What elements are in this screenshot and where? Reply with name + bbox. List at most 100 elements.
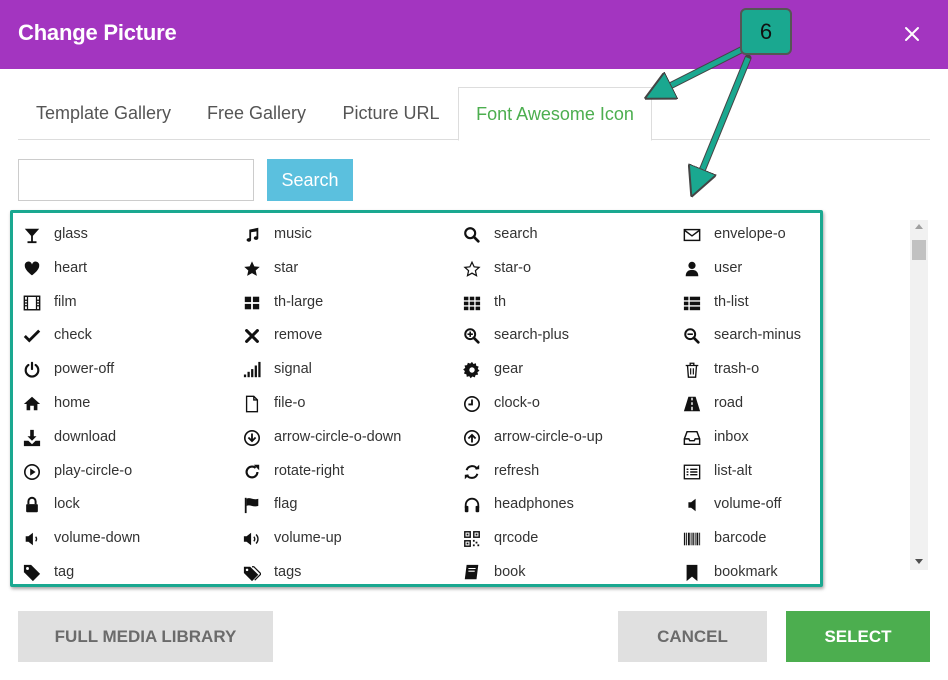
lock-icon — [22, 495, 42, 515]
icon-option-label: download — [54, 428, 117, 445]
rotate-right-icon — [242, 462, 262, 482]
icon-option-clock-o[interactable]: clock-o — [462, 392, 682, 416]
icon-list-panel[interactable]: glass music search envelope-o heart star star-… — [10, 210, 823, 587]
icon-option-label: arrow-circle-o-up — [494, 428, 603, 445]
music-icon — [242, 225, 262, 245]
icon-option-file-o[interactable]: file-o — [242, 392, 462, 416]
scroll-down-arrow-icon[interactable] — [915, 559, 923, 564]
icon-option-th-list[interactable]: th-list — [682, 291, 820, 315]
tab-picture-url[interactable]: Picture URL — [324, 87, 458, 140]
icon-option-th[interactable]: th — [462, 291, 682, 315]
scrollbar[interactable] — [910, 220, 928, 570]
icon-option-envelope-o[interactable]: envelope-o — [682, 223, 820, 247]
icon-option-label: arrow-circle-o-down — [274, 428, 402, 445]
icon-option-download[interactable]: download — [22, 426, 242, 450]
icon-option-volume-up[interactable]: volume-up — [242, 527, 462, 551]
icon-option-rotate-right[interactable]: rotate-right — [242, 460, 462, 484]
cancel-button[interactable]: CANCEL — [618, 611, 767, 662]
search-plus-icon — [462, 326, 482, 346]
icon-option-star-o[interactable]: star-o — [462, 257, 682, 281]
annotation-callout: 6 — [740, 8, 792, 55]
icon-option-flag[interactable]: flag — [242, 493, 462, 517]
dialog-title: Change Picture — [18, 20, 177, 45]
icon-option-road[interactable]: road — [682, 392, 820, 416]
icon-option-list-alt[interactable]: list-alt — [682, 460, 820, 484]
clock-o-icon — [462, 394, 482, 414]
icon-option-search-plus[interactable]: search-plus — [462, 324, 682, 348]
check-icon — [22, 326, 42, 346]
full-media-library-button[interactable]: FULL MEDIA LIBRARY — [18, 611, 273, 662]
scroll-up-arrow-icon[interactable] — [915, 224, 923, 229]
icon-option-lock[interactable]: lock — [22, 493, 242, 517]
volume-up-icon — [242, 529, 262, 549]
search-input[interactable] — [18, 159, 254, 201]
scrollbar-thumb[interactable] — [912, 240, 926, 260]
icon-option-user[interactable]: user — [682, 257, 820, 281]
icon-option-label: tags — [274, 564, 302, 580]
signal-icon — [242, 360, 262, 380]
trash-o-icon — [682, 360, 702, 380]
icon-option-tag[interactable]: tag — [22, 561, 242, 584]
icon-option-search-minus[interactable]: search-minus — [682, 324, 820, 348]
icon-option-arrow-circle-o-down[interactable]: arrow-circle-o-down — [242, 426, 462, 450]
icon-option-label: barcode — [714, 530, 767, 547]
icon-option-gear[interactable]: gear — [462, 358, 682, 382]
barcode-icon — [682, 529, 702, 549]
icon-option-label: volume-up — [274, 530, 342, 547]
icon-option-refresh[interactable]: refresh — [462, 460, 682, 484]
icon-option-remove[interactable]: remove — [242, 324, 462, 348]
icon-option-check[interactable]: check — [22, 324, 242, 348]
icon-option-play-circle-o[interactable]: play-circle-o — [22, 460, 242, 484]
icon-option-trash-o[interactable]: trash-o — [682, 358, 820, 382]
icon-option-label: bookmark — [714, 564, 778, 580]
search-button[interactable]: Search — [267, 159, 353, 201]
tab-free-gallery[interactable]: Free Gallery — [189, 87, 324, 140]
icon-option-volume-down[interactable]: volume-down — [22, 527, 242, 551]
home-icon — [22, 394, 42, 414]
select-button[interactable]: SELECT — [786, 611, 930, 662]
icon-option-label: user — [714, 259, 743, 276]
headphones-icon — [462, 495, 482, 515]
dialog-header: Change Picture — [0, 0, 948, 69]
icon-option-film[interactable]: film — [22, 291, 242, 315]
icon-option-label: glass — [54, 226, 88, 242]
icon-option-tags[interactable]: tags — [242, 561, 462, 584]
qrcode-icon — [462, 529, 482, 549]
star-o-icon — [462, 259, 482, 279]
tag-icon — [22, 563, 42, 583]
icon-option-qrcode[interactable]: qrcode — [462, 527, 682, 551]
icon-option-th-large[interactable]: th-large — [242, 291, 462, 315]
icon-option-label: th-large — [274, 293, 324, 310]
icon-option-power-off[interactable]: power-off — [22, 358, 242, 382]
tab-bar: Template Gallery Free Gallery Picture UR… — [18, 87, 930, 141]
icon-option-music[interactable]: music — [242, 223, 462, 247]
icon-option-star[interactable]: star — [242, 257, 462, 281]
icon-option-headphones[interactable]: headphones — [462, 493, 682, 517]
inbox-icon — [682, 428, 702, 448]
icon-option-inbox[interactable]: inbox — [682, 426, 820, 450]
tab-font-awesome-icon[interactable]: Font Awesome Icon — [458, 87, 652, 141]
icon-option-label: refresh — [494, 462, 540, 479]
th-list-icon — [682, 293, 702, 313]
file-o-icon — [242, 394, 262, 414]
icon-option-glass[interactable]: glass — [22, 223, 242, 247]
icon-option-label: flag — [274, 496, 298, 513]
envelope-o-icon — [682, 225, 702, 245]
icon-option-volume-off[interactable]: volume-off — [682, 493, 820, 517]
icon-option-barcode[interactable]: barcode — [682, 527, 820, 551]
icon-option-home[interactable]: home — [22, 392, 242, 416]
icon-option-book[interactable]: book — [462, 561, 682, 584]
icon-option-label: tag — [54, 564, 75, 580]
icon-option-label: th — [494, 293, 507, 310]
list-alt-icon — [682, 462, 702, 482]
icon-option-label: volume-down — [54, 530, 141, 547]
icon-option-heart[interactable]: heart — [22, 257, 242, 281]
heart-icon — [22, 259, 42, 279]
icon-option-arrow-circle-o-up[interactable]: arrow-circle-o-up — [462, 426, 682, 450]
icon-option-search[interactable]: search — [462, 223, 682, 247]
tab-template-gallery[interactable]: Template Gallery — [18, 87, 189, 140]
icon-option-bookmark[interactable]: bookmark — [682, 561, 820, 584]
icon-option-label: file-o — [274, 395, 306, 411]
close-icon[interactable] — [900, 22, 924, 46]
icon-option-signal[interactable]: signal — [242, 358, 462, 382]
